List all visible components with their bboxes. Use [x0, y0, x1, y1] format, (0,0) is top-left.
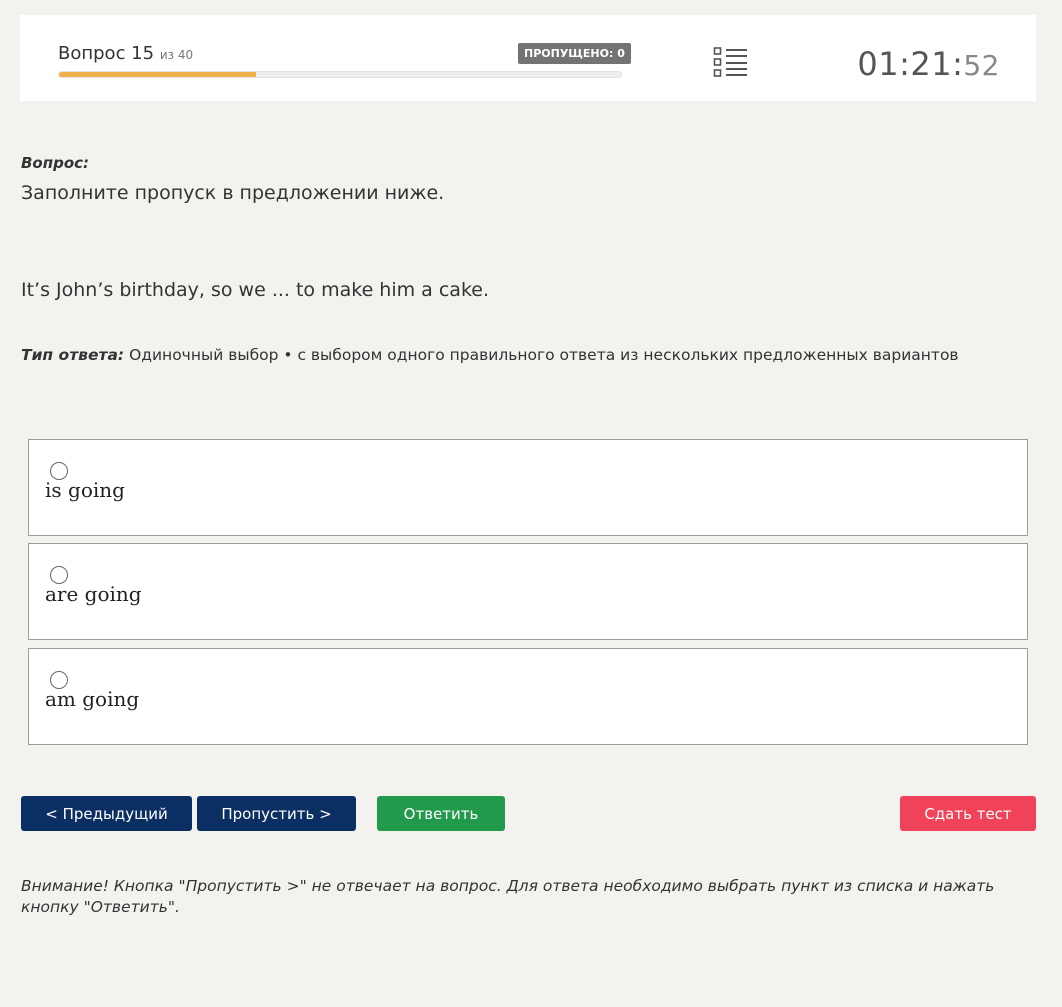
question-sentence: It’s John’s birthday, so we ... to make …: [21, 279, 489, 301]
answer-option-3[interactable]: am going: [28, 648, 1028, 745]
answer-option-2[interactable]: are going: [28, 543, 1028, 640]
timer-seconds: 52: [963, 49, 1000, 82]
question-instruction: Заполните пропуск в предложении ниже.: [21, 182, 445, 204]
answer-option-text: am going: [45, 687, 140, 711]
answer-option-text: are going: [45, 582, 142, 606]
answer-button[interactable]: Ответить: [377, 796, 505, 831]
timer-main: 01:21:: [857, 45, 964, 83]
answer-type-value: Одиночный выбор • с выбором одного прави…: [124, 346, 959, 364]
question-total: из 40: [159, 48, 194, 62]
answer-type-label: Тип ответа:: [21, 346, 125, 364]
question-counter: Вопрос 15 из 40: [58, 43, 193, 64]
skipped-badge: ПРОПУЩЕНО: 0: [518, 43, 631, 64]
test-header: Вопрос 15 из 40 ПРОПУЩЕНО: 0 01:21:52: [20, 15, 1036, 101]
question-number: Вопрос 15: [58, 43, 155, 64]
question-list-icon[interactable]: [713, 46, 749, 78]
progress-bar: [58, 71, 622, 78]
answer-type: Тип ответа: Одиночный выбор • с выбором …: [21, 346, 959, 364]
countdown-timer: 01:21:52: [857, 45, 1000, 83]
answer-option-text: is going: [45, 478, 125, 502]
progress-bar-fill: [59, 72, 256, 77]
question-label: Вопрос:: [21, 154, 90, 172]
submit-test-button[interactable]: Сдать тест: [900, 796, 1036, 831]
skip-button[interactable]: Пропустить >: [197, 796, 356, 831]
answer-option-1[interactable]: is going: [28, 439, 1028, 536]
previous-button[interactable]: < Предыдущий: [21, 796, 192, 831]
warning-note: Внимание! Кнопка "Пропустить >" не отвеч…: [21, 877, 995, 916]
